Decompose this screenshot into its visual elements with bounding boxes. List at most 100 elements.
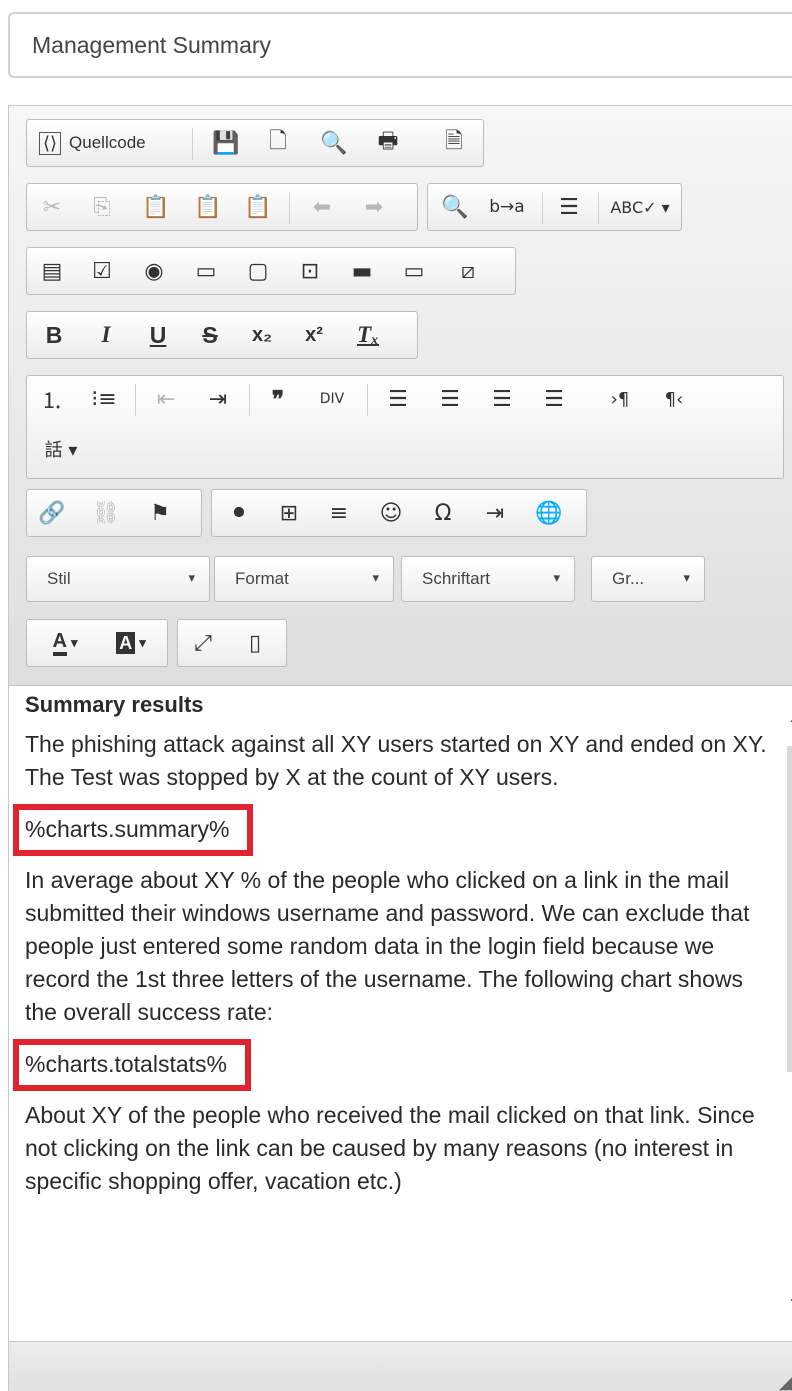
- superscript-icon: x²: [305, 323, 323, 346]
- italic-button[interactable]: I: [87, 315, 125, 355]
- text-field-icon: ▭: [195, 258, 217, 284]
- scroll-up-icon[interactable]: ⌃: [787, 716, 792, 736]
- text-color-label: A: [52, 630, 67, 656]
- scrollbar-thumb[interactable]: [787, 746, 792, 1072]
- special-char-button[interactable]: Ω: [424, 493, 462, 533]
- page-break-button[interactable]: ⇥: [476, 493, 514, 533]
- link-button[interactable]: 🔗: [33, 493, 71, 533]
- maximize-button[interactable]: ⤢: [184, 623, 222, 663]
- flash-button[interactable]: ⚫: [220, 493, 258, 533]
- chevron-down-icon: ▾: [70, 635, 78, 650]
- language-icon: 話 ▾: [44, 440, 78, 461]
- hidden-field-button[interactable]: ⧄: [449, 251, 487, 291]
- blockquote-button[interactable]: ❞: [259, 379, 297, 419]
- format-combo-label: Format: [235, 569, 289, 588]
- source-button[interactable]: ⟨⟩ Quellcode: [33, 123, 183, 163]
- undo-button[interactable]: ⬅: [303, 187, 341, 227]
- find-button[interactable]: 🔍: [436, 187, 474, 227]
- text-color-button[interactable]: A ▾: [33, 623, 97, 663]
- new-page-button[interactable]: 🗋: [259, 123, 297, 163]
- strike-button[interactable]: S: [191, 315, 229, 355]
- justify-icon: ☰: [544, 386, 564, 412]
- numbered-list-button[interactable]: ⒈: [33, 379, 71, 419]
- div-button[interactable]: DIV: [313, 379, 351, 419]
- checkbox-button[interactable]: ☑: [83, 251, 121, 291]
- content-paragraph-2: In average about XY % of the people who …: [25, 867, 750, 1025]
- toolbar-separator: [289, 192, 290, 224]
- toolbar-separator: [598, 192, 599, 224]
- form-button-button[interactable]: ▬: [343, 251, 381, 291]
- anchor-button[interactable]: ⚑: [141, 493, 179, 533]
- placeholder-summary-chart: %charts.summary%: [13, 804, 254, 856]
- source-icon: ⟨⟩: [39, 131, 62, 155]
- select-all-button[interactable]: ☰: [550, 187, 588, 227]
- language-button[interactable]: 話 ▾: [33, 429, 89, 469]
- templates-button[interactable]: 🗎: [435, 123, 473, 163]
- font-combo[interactable]: Schriftart ▾: [401, 556, 575, 602]
- print-button[interactable]: 🖶: [369, 123, 407, 163]
- form-icon: ▤: [41, 258, 63, 284]
- rtl-button[interactable]: ¶‹: [655, 379, 693, 419]
- remove-format-icon: Tₓ: [357, 322, 379, 347]
- toolbar-group-editing: 🔍 b→a ☰ ABC✓ ▾: [427, 183, 682, 231]
- form-button[interactable]: ▤: [33, 251, 71, 291]
- underline-button[interactable]: U: [139, 315, 177, 355]
- toolbar-group-colors: A ▾ A ▾: [26, 619, 168, 667]
- align-center-button[interactable]: ☰: [431, 379, 469, 419]
- paste-text-button[interactable]: 📋: [189, 187, 227, 227]
- rich-text-editor: ⟨⟩ Quellcode 💾 🗋 🔍 🖶 🗎 ✂ ⎘ 📋 📋 📋 ⬅ ➡ 🔍 b…: [8, 105, 792, 1391]
- size-combo-label: Gr...: [612, 569, 645, 588]
- content-paragraph-3: About XY of the people who received the …: [25, 1102, 755, 1194]
- toolbar-group-tools: ⤢ ▯: [177, 619, 287, 667]
- outdent-icon: ⇤: [156, 386, 176, 412]
- select-all-icon: ☰: [559, 194, 579, 220]
- paste-button[interactable]: 📋: [137, 187, 175, 227]
- content-scrollbar[interactable]: ⌃ ⌄: [787, 696, 792, 1386]
- horizontal-rule-button[interactable]: ≡: [320, 493, 358, 533]
- superscript-button[interactable]: x²: [295, 315, 333, 355]
- format-combo[interactable]: Format ▾: [214, 556, 394, 602]
- save-button[interactable]: 💾: [207, 123, 245, 163]
- editor-content[interactable]: Summary results The phishing attack agai…: [9, 686, 779, 1346]
- table-icon: ⊞: [279, 500, 299, 526]
- align-left-button[interactable]: ☰: [379, 379, 417, 419]
- resize-handle-icon[interactable]: ◢: [779, 1372, 792, 1391]
- table-button[interactable]: ⊞: [270, 493, 308, 533]
- style-combo[interactable]: Stil ▾: [26, 556, 210, 602]
- select-field-button[interactable]: ⊡: [291, 251, 329, 291]
- smiley-button[interactable]: ☺: [372, 493, 410, 533]
- replace-button[interactable]: b→a: [488, 187, 526, 227]
- chevron-down-icon: ▾: [139, 635, 146, 650]
- bulleted-list-button[interactable]: ⁝≡: [85, 379, 123, 419]
- cut-button[interactable]: ✂: [33, 187, 71, 227]
- paste-word-button[interactable]: 📋: [239, 187, 277, 227]
- align-left-icon: ☰: [388, 386, 408, 412]
- editor-toolbar: ⟨⟩ Quellcode 💾 🗋 🔍 🖶 🗎 ✂ ⎘ 📋 📋 📋 ⬅ ➡ 🔍 b…: [9, 106, 792, 686]
- preview-button[interactable]: 🔍: [315, 123, 353, 163]
- show-blocks-button[interactable]: ▯: [236, 623, 274, 663]
- subscript-button[interactable]: x₂: [243, 315, 281, 355]
- image-button-button[interactable]: ▭: [395, 251, 433, 291]
- bold-button[interactable]: B: [35, 315, 73, 355]
- scroll-down-icon[interactable]: ⌄: [787, 1289, 792, 1309]
- outdent-button[interactable]: ⇤: [147, 379, 185, 419]
- justify-button[interactable]: ☰: [535, 379, 573, 419]
- textarea-button[interactable]: ▢: [239, 251, 277, 291]
- show-blocks-icon: ▯: [248, 630, 262, 656]
- title-input[interactable]: [8, 12, 792, 78]
- radio-button[interactable]: ◉: [135, 251, 173, 291]
- iframe-button[interactable]: 🌐: [530, 493, 568, 533]
- spellcheck-button[interactable]: ABC✓ ▾: [608, 187, 672, 227]
- replace-icon: b→a: [489, 197, 525, 217]
- content-heading: Summary results: [25, 692, 204, 717]
- copy-button[interactable]: ⎘: [83, 187, 121, 227]
- align-right-button[interactable]: ☰: [483, 379, 521, 419]
- redo-button[interactable]: ➡: [355, 187, 393, 227]
- background-color-button[interactable]: A ▾: [99, 623, 163, 663]
- size-combo[interactable]: Gr... ▾: [591, 556, 705, 602]
- remove-format-button[interactable]: Tₓ: [349, 315, 387, 355]
- ltr-button[interactable]: ›¶: [601, 379, 639, 419]
- indent-button[interactable]: ⇥: [199, 379, 237, 419]
- unlink-button[interactable]: ⛓: [87, 493, 125, 533]
- text-field-button[interactable]: ▭: [187, 251, 225, 291]
